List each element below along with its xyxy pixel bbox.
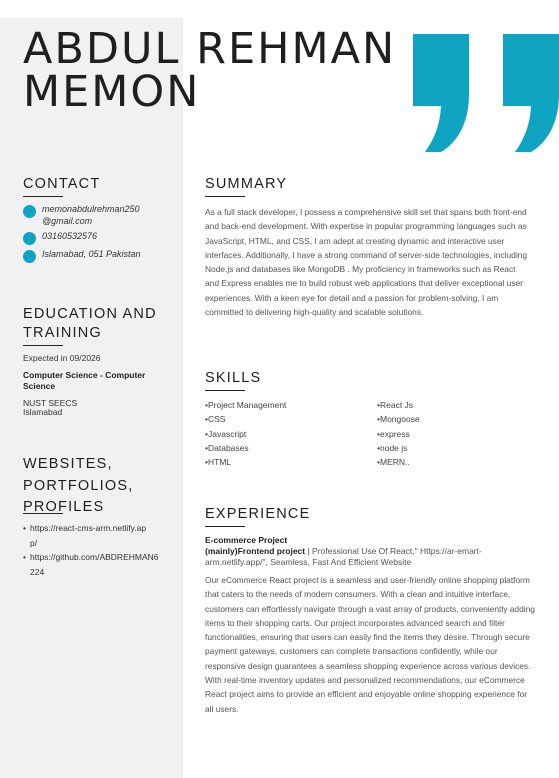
skill-item: MERN.. (377, 457, 410, 467)
contact-phone[interactable]: 03160532576 (23, 231, 97, 245)
skill-item: Mongoose (377, 414, 420, 424)
contact-location: Islamabad, 051 Pakistan (23, 249, 141, 263)
contact-rule (23, 196, 63, 197)
phone-bullet-icon (23, 232, 36, 245)
skill-item: express (377, 429, 410, 439)
skill-item: node js (377, 443, 407, 453)
summary-text: As a full stack developer, I possess a c… (205, 207, 527, 318)
experience-heading: EXPERIENCE (205, 506, 311, 522)
skill-item: CSS (205, 414, 225, 424)
name-line-1: ABDUL REHMAN (23, 24, 397, 74)
skill-item: Javascript (205, 429, 246, 439)
job-description: Our eCommerce React project is a seamles… (205, 575, 535, 714)
name-line-2: MEMON (23, 67, 201, 117)
job-title: E-commerce Project (205, 535, 288, 545)
location-bullet-icon (23, 250, 36, 263)
github-link[interactable]: • https://github.com/ABDREHMAN6224 (23, 550, 163, 579)
link-bullet: • (23, 523, 26, 533)
job-role: (mainly)Frontend project (205, 546, 306, 556)
education-rule (23, 345, 63, 346)
skill-item: Databases (205, 443, 249, 453)
skill-item: React Js (377, 400, 413, 410)
link-bullet: • (23, 552, 26, 562)
education-expected: Expected in 09/2026 (23, 353, 101, 363)
location-text: Islamabad, 051 Pakistan (42, 249, 141, 259)
quote-mark-icon (503, 34, 559, 152)
portfolio-link[interactable]: • https://react-cms-arm.netlify.app/ (23, 521, 153, 550)
email-text: memonabdulrehman250@gmail.com (42, 204, 140, 226)
skill-item: HTML (205, 457, 231, 467)
experience-rule (205, 526, 245, 527)
education-city: Islamabad (23, 407, 63, 417)
summary-rule (205, 196, 245, 197)
contact-heading: CONTACT (23, 176, 101, 192)
summary-heading: SUMMARY (205, 176, 288, 192)
email-bullet-icon (23, 205, 36, 218)
phone-text: 03160532576 (42, 231, 98, 241)
portfolio-link-text[interactable]: https://react-cms-arm.netlify.app/ (23, 521, 153, 550)
skill-item: Project Management (205, 400, 286, 410)
github-link-text[interactable]: https://github.com/ABDREHMAN6224 (23, 550, 163, 579)
websites-rule (23, 513, 63, 514)
education-heading: EDUCATION AND TRAINING (23, 306, 157, 341)
skills-rule (205, 390, 245, 391)
job-meta-line: (mainly)Frontend project | Professional … (205, 546, 535, 567)
contact-email[interactable]: memonabdulrehman250@gmail.com (23, 204, 148, 227)
quote-mark-icon (413, 34, 469, 152)
websites-heading: WEBSITES, PORTFOLIOS, PROFILES (23, 456, 134, 515)
skills-heading: SKILLS (205, 370, 262, 386)
education-degree: Computer Science - Computer Science (23, 370, 146, 391)
candidate-name: ABDUL REHMAN MEMON (23, 28, 396, 114)
